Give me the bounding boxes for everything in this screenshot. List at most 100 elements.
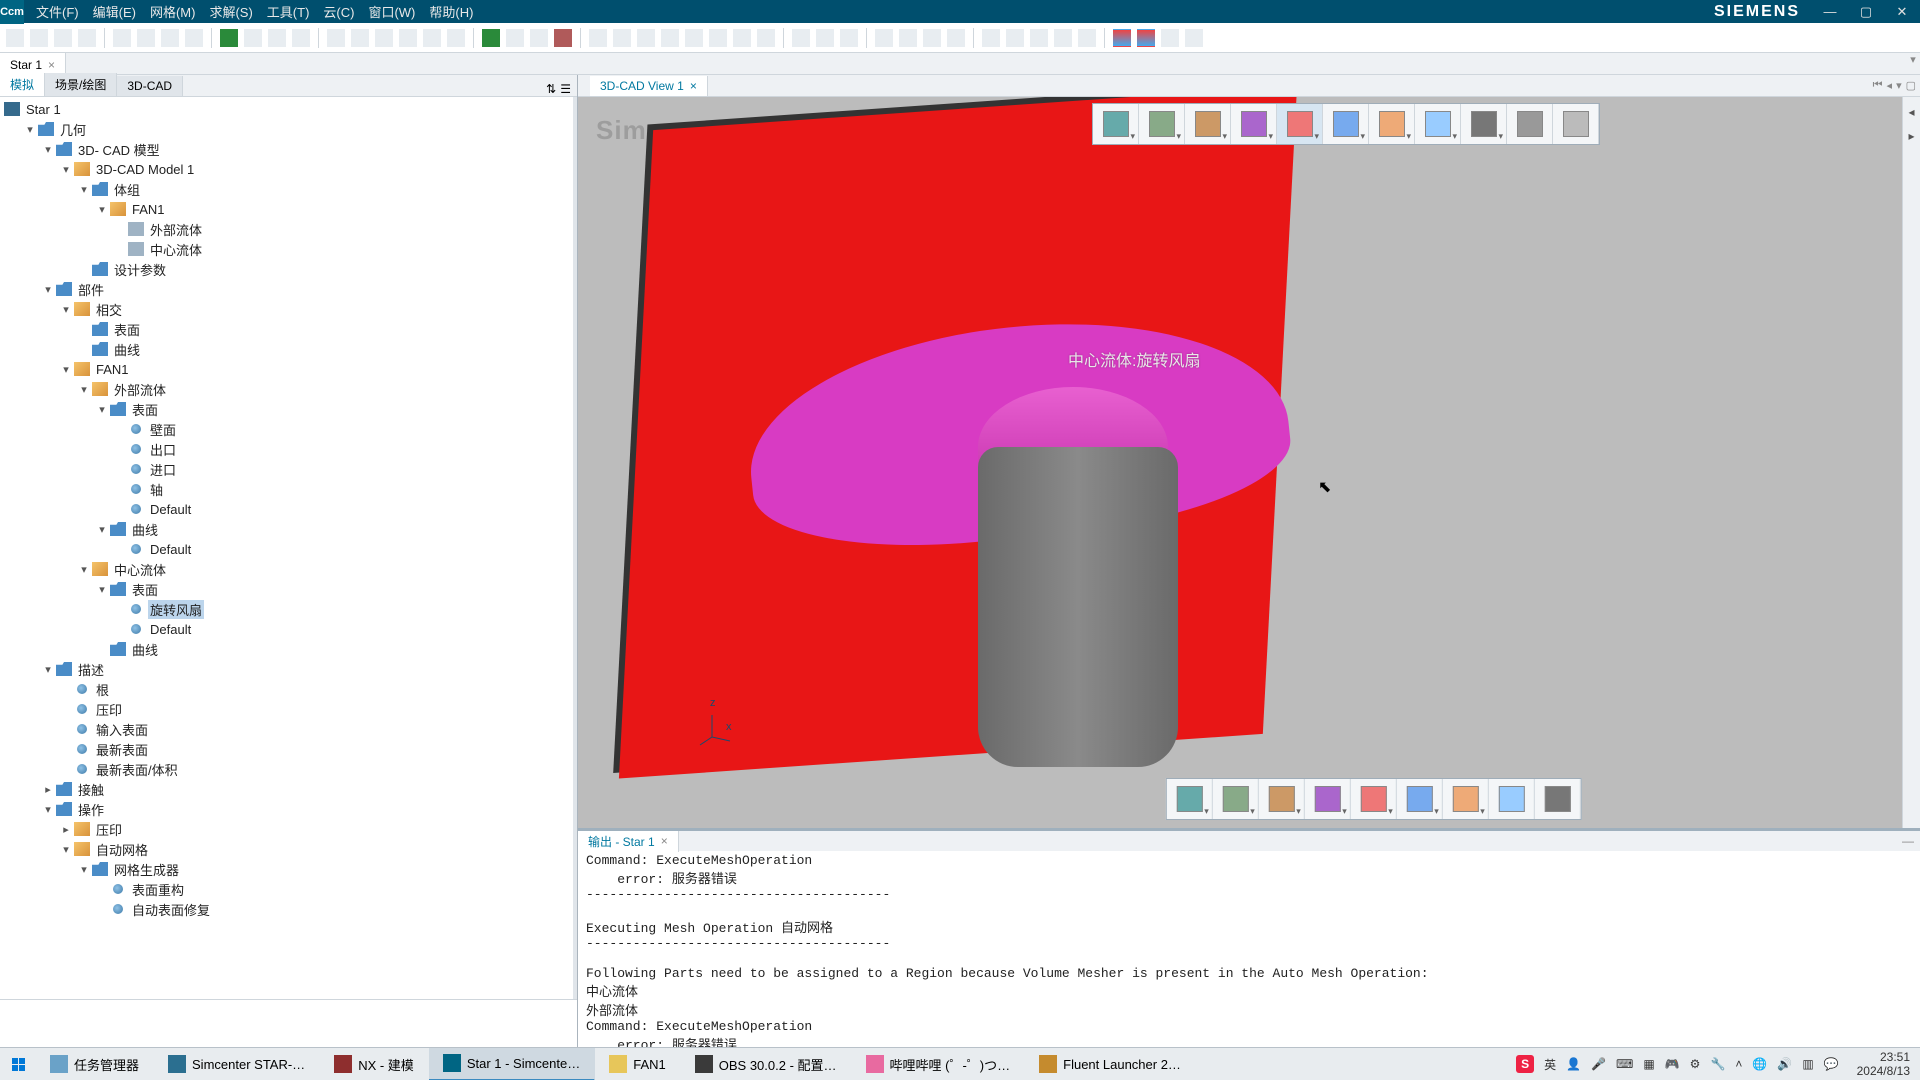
revolve-button[interactable] xyxy=(1351,779,1397,819)
menu-tools[interactable]: 工具(T) xyxy=(267,2,310,21)
tree-node[interactable]: ▾自动网格 xyxy=(0,839,573,859)
maximize-button[interactable]: ▢ xyxy=(1848,0,1884,23)
tool-copy-icon[interactable] xyxy=(113,29,131,47)
plane-button[interactable] xyxy=(1259,779,1305,819)
undo-button[interactable] xyxy=(1507,104,1553,144)
tool-scalar1-icon[interactable] xyxy=(1113,29,1131,47)
tree-node[interactable]: 输入表面 xyxy=(0,719,573,739)
tool-grid2-icon[interactable] xyxy=(447,29,465,47)
history-button[interactable] xyxy=(1489,779,1535,819)
menu-window[interactable]: 窗口(W) xyxy=(368,2,415,21)
expand-icon[interactable]: ▾ xyxy=(60,363,72,376)
tree-node[interactable]: 进口 xyxy=(0,459,573,479)
close-icon[interactable]: × xyxy=(661,834,668,848)
tab-3dcad[interactable]: 3D-CAD xyxy=(117,76,183,96)
tool-grid1-icon[interactable] xyxy=(423,29,441,47)
tool-refresh-icon[interactable] xyxy=(685,29,703,47)
taskbar-app[interactable]: 哔哩哔哩 (゜-゜)つ… xyxy=(852,1048,1026,1080)
tool-open-icon[interactable] xyxy=(30,29,48,47)
boolean-button[interactable] xyxy=(1397,779,1443,819)
tree-node[interactable]: ▾3D- CAD 模型 xyxy=(0,139,573,159)
menu-cloud[interactable]: 云(C) xyxy=(323,2,354,21)
tool-saveall-icon[interactable] xyxy=(78,29,96,47)
tree-node[interactable]: 旋转风扇 xyxy=(0,599,573,619)
tree-node[interactable]: ▾曲线 xyxy=(0,519,573,539)
tool-export-icon[interactable] xyxy=(757,29,775,47)
tray-game-icon[interactable]: 🎮 xyxy=(1665,1057,1680,1071)
tree-node[interactable]: 最新表面/体积 xyxy=(0,759,573,779)
tool-scalar2-icon[interactable] xyxy=(1137,29,1155,47)
output-tab[interactable]: 输出 - Star 1 × xyxy=(578,831,679,852)
tool-report-icon[interactable] xyxy=(923,29,941,47)
tray-network-icon[interactable]: 🌐 xyxy=(1752,1057,1767,1071)
tray-keyboard-icon[interactable]: ⌨ xyxy=(1616,1057,1633,1071)
tree-node[interactable]: ▾描述 xyxy=(0,659,573,679)
menu-mesh[interactable]: 网格(M) xyxy=(150,2,196,21)
taskbar-app[interactable]: OBS 30.0.2 - 配置… xyxy=(681,1048,852,1080)
tree-node[interactable]: 外部流体 xyxy=(0,219,573,239)
menu-solve[interactable]: 求解(S) xyxy=(209,2,252,21)
taskbar-clock[interactable]: 23:51 2024/8/13 xyxy=(1857,1050,1910,1078)
tool-layout2-icon[interactable] xyxy=(816,29,834,47)
tab-simulation[interactable]: 模拟 xyxy=(0,73,45,96)
tool-select2-icon[interactable] xyxy=(613,29,631,47)
nav-prev-icon[interactable]: ◂ xyxy=(1887,79,1893,92)
document-tab[interactable]: Star 1 × xyxy=(0,53,66,74)
expand-icon[interactable]: ▾ xyxy=(42,143,54,156)
tree-node[interactable]: ▾表面 xyxy=(0,399,573,419)
taskbar-app[interactable]: Simcenter STAR-… xyxy=(154,1048,320,1080)
close-icon[interactable]: × xyxy=(690,79,697,93)
tree-node[interactable]: 压印 xyxy=(0,699,573,719)
tool-flag-icon[interactable] xyxy=(482,29,500,47)
tool-prev-icon[interactable] xyxy=(161,29,179,47)
taskbar-app[interactable]: NX - 建模 xyxy=(320,1048,429,1080)
tool-pause2-icon[interactable] xyxy=(1006,29,1024,47)
expand-icon[interactable]: ▾ xyxy=(24,123,36,136)
tool-stop-icon[interactable] xyxy=(292,29,310,47)
tray-people-icon[interactable]: 👤 xyxy=(1566,1057,1581,1071)
simulation-tree[interactable]: Star 1 ▾几何▾3D- CAD 模型▾3D-CAD Model 1▾体组▾… xyxy=(0,97,577,999)
tray-action-icon[interactable]: 💬 xyxy=(1824,1057,1839,1071)
tool-save-icon[interactable] xyxy=(54,29,72,47)
tray-chevron-icon[interactable]: ˄ xyxy=(1735,1057,1742,1071)
tree-node[interactable]: 出口 xyxy=(0,439,573,459)
favorite-button[interactable] xyxy=(1535,779,1581,819)
tree-node[interactable]: 中心流体 xyxy=(0,239,573,259)
tool-scalar4-icon[interactable] xyxy=(1185,29,1203,47)
tree-node[interactable]: ▾中心流体 xyxy=(0,559,573,579)
cube-solid-button[interactable] xyxy=(1139,104,1185,144)
tool-paste-icon[interactable] xyxy=(137,29,155,47)
tool-chart-icon[interactable] xyxy=(875,29,893,47)
ime-sogou-icon[interactable]: S xyxy=(1516,1055,1534,1073)
explode-button[interactable] xyxy=(1323,104,1369,144)
tray-grid-icon[interactable]: ▦ xyxy=(1643,1057,1654,1071)
menu-help[interactable]: 帮助(H) xyxy=(429,2,473,21)
strip-expand-icon[interactable]: ▸ xyxy=(1908,129,1914,143)
tray-gear-icon[interactable]: ⚙ xyxy=(1690,1057,1701,1071)
tool-mesh4-icon[interactable] xyxy=(399,29,417,47)
close-icon[interactable]: × xyxy=(48,58,55,72)
tree-node[interactable]: 设计参数 xyxy=(0,259,573,279)
tool-stop2-icon[interactable] xyxy=(554,29,572,47)
tree-node[interactable]: ▾体组 xyxy=(0,179,573,199)
tree-root[interactable]: Star 1 xyxy=(0,99,573,119)
tool-new-icon[interactable] xyxy=(6,29,24,47)
tree-node[interactable]: Default xyxy=(0,499,573,519)
extrude-button[interactable] xyxy=(1305,779,1351,819)
tool-run-icon[interactable] xyxy=(220,29,238,47)
tool-pause-icon[interactable] xyxy=(268,29,286,47)
tree-node[interactable]: ▾3D-CAD Model 1 xyxy=(0,159,573,179)
tool-stepback-icon[interactable] xyxy=(1030,29,1048,47)
tree-node[interactable]: 表面 xyxy=(0,319,573,339)
start-button[interactable] xyxy=(0,1048,36,1080)
measure-button[interactable] xyxy=(1415,104,1461,144)
expand-icon[interactable]: ▾ xyxy=(60,303,72,316)
tool-fwd-icon[interactable] xyxy=(733,29,751,47)
taskbar-app[interactable]: Fluent Launcher 2… xyxy=(1025,1048,1196,1080)
expand-icon[interactable]: ▾ xyxy=(96,203,108,216)
surface-highlight-button[interactable] xyxy=(1277,104,1323,144)
tree-node[interactable]: 根 xyxy=(0,679,573,699)
color-button[interactable] xyxy=(1369,104,1415,144)
expand-icon[interactable]: ▸ xyxy=(42,783,54,796)
tray-mic-icon[interactable]: 🎤 xyxy=(1591,1057,1606,1071)
